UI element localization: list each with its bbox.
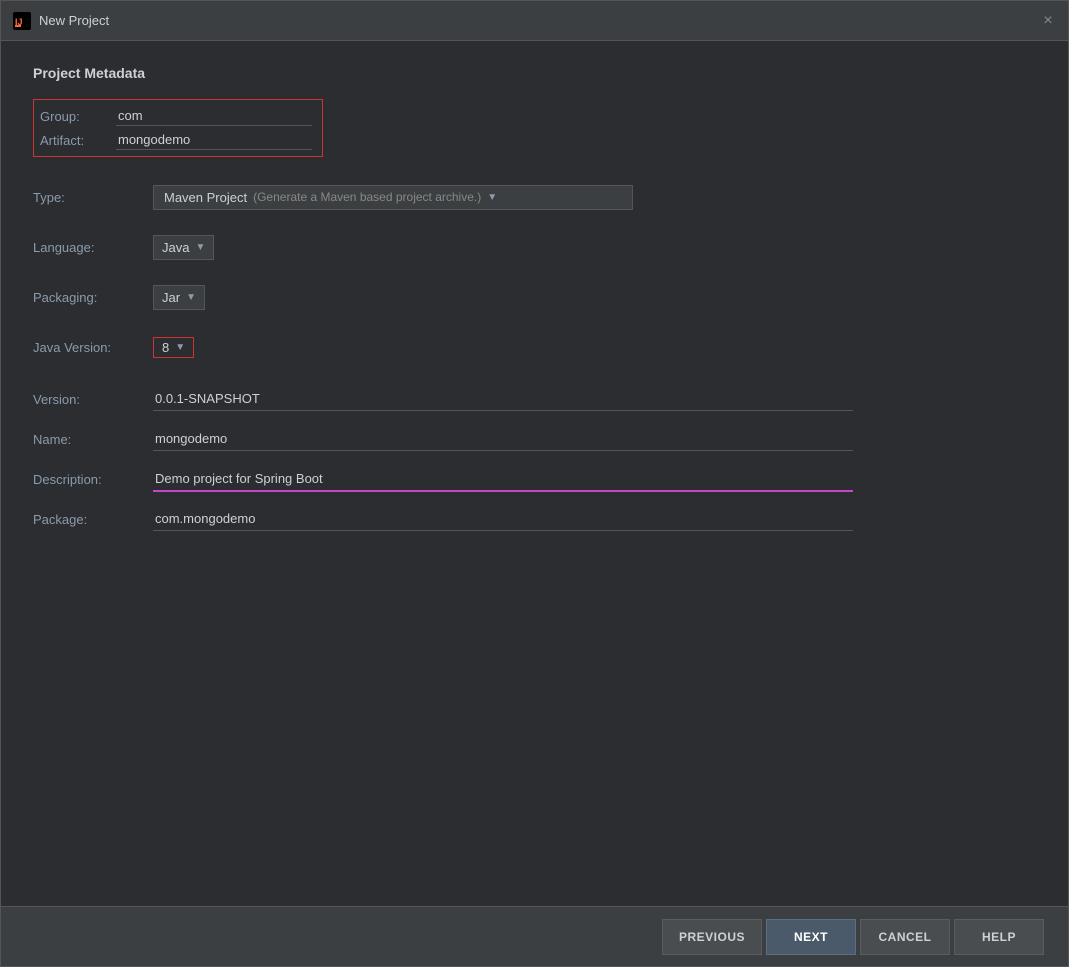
group-value: com [116, 106, 312, 126]
dialog-content: Project Metadata Group: com Artifact: [1, 41, 1068, 906]
group-row: Group: com [40, 106, 312, 126]
new-project-dialog: IJ New Project × Project Metadata Group:… [0, 0, 1069, 967]
help-button[interactable]: HELP [954, 919, 1044, 955]
java-version-row: Java Version: 8 ▼ [33, 327, 1036, 367]
language-label-text: Language: [33, 240, 94, 255]
name-row: Name: [33, 419, 1036, 459]
version-label-text: Version: [33, 392, 80, 407]
type-dropdown-wrapper: Maven Project (Generate a Maven based pr… [153, 185, 853, 210]
version-label: Version: [33, 392, 153, 407]
group-artifact-box: Group: com Artifact: mongodemo [33, 99, 323, 157]
close-button[interactable]: × [1040, 13, 1056, 29]
java-version-dropdown[interactable]: 8 ▼ [158, 340, 189, 355]
description-label-text: Description: [33, 472, 102, 487]
language-dropdown[interactable]: Java ▼ [153, 235, 214, 260]
package-input-wrapper [153, 507, 853, 531]
type-dropdown-arrow: ▼ [487, 192, 497, 203]
type-row: Type: Maven Project (Generate a Maven ba… [33, 177, 1036, 217]
section-title: Project Metadata [33, 65, 1036, 81]
description-input-wrapper [153, 467, 853, 492]
artifact-row: Artifact: mongodemo [40, 130, 312, 150]
group-label-text: Group: [40, 109, 80, 124]
language-dropdown-arrow: ▼ [195, 242, 205, 253]
description-input[interactable] [153, 467, 853, 492]
type-label-text: Type: [33, 190, 65, 205]
java-version-box: 8 ▼ [153, 337, 194, 358]
form-grid: Group: com Artifact: mongodemo Type: [33, 97, 1036, 539]
cancel-button[interactable]: CANCEL [860, 919, 950, 955]
name-input[interactable] [153, 427, 853, 451]
previous-button[interactable]: PREVIOUS [662, 919, 762, 955]
version-input[interactable] [153, 387, 853, 411]
java-version-label-text: Java Version: [33, 340, 111, 355]
description-label: Description: [33, 472, 153, 487]
artifact-label: Artifact: [40, 133, 110, 148]
next-button[interactable]: NEXT [766, 919, 856, 955]
language-dropdown-value: Java [162, 240, 189, 255]
java-version-dropdown-arrow: ▼ [175, 342, 185, 353]
package-label: Package: [33, 512, 153, 527]
type-label: Type: [33, 190, 153, 205]
name-label-text: Name: [33, 432, 71, 447]
packaging-label-text: Packaging: [33, 290, 97, 305]
title-bar: IJ New Project × [1, 1, 1068, 41]
type-dropdown-description: (Generate a Maven based project archive.… [253, 190, 481, 204]
type-dropdown[interactable]: Maven Project (Generate a Maven based pr… [153, 185, 633, 210]
name-input-wrapper [153, 427, 853, 451]
version-input-wrapper [153, 387, 853, 411]
group-label: Group: [40, 109, 110, 124]
package-label-text: Package: [33, 512, 87, 527]
artifact-value: mongodemo [116, 130, 312, 150]
packaging-dropdown[interactable]: Jar ▼ [153, 285, 205, 310]
group-artifact-row: Group: com Artifact: mongodemo [33, 97, 1036, 161]
version-row: Version: [33, 379, 1036, 419]
app-icon: IJ [13, 12, 31, 30]
package-row: Package: [33, 499, 1036, 539]
packaging-row: Packaging: Jar ▼ [33, 277, 1036, 317]
packaging-label: Packaging: [33, 290, 153, 305]
language-label: Language: [33, 240, 153, 255]
type-dropdown-value: Maven Project [164, 190, 247, 205]
package-input[interactable] [153, 507, 853, 531]
dialog-title: New Project [39, 13, 109, 28]
title-bar-left: IJ New Project [13, 12, 109, 30]
dialog-footer: PREVIOUS NEXT CANCEL HELP [1, 906, 1068, 966]
java-version-label: Java Version: [33, 340, 153, 355]
java-version-dropdown-value: 8 [162, 340, 169, 355]
packaging-dropdown-value: Jar [162, 290, 180, 305]
name-label: Name: [33, 432, 153, 447]
language-row: Language: Java ▼ [33, 227, 1036, 267]
artifact-label-text: Artifact: [40, 133, 84, 148]
packaging-dropdown-arrow: ▼ [186, 292, 196, 303]
description-row: Description: [33, 459, 1036, 499]
